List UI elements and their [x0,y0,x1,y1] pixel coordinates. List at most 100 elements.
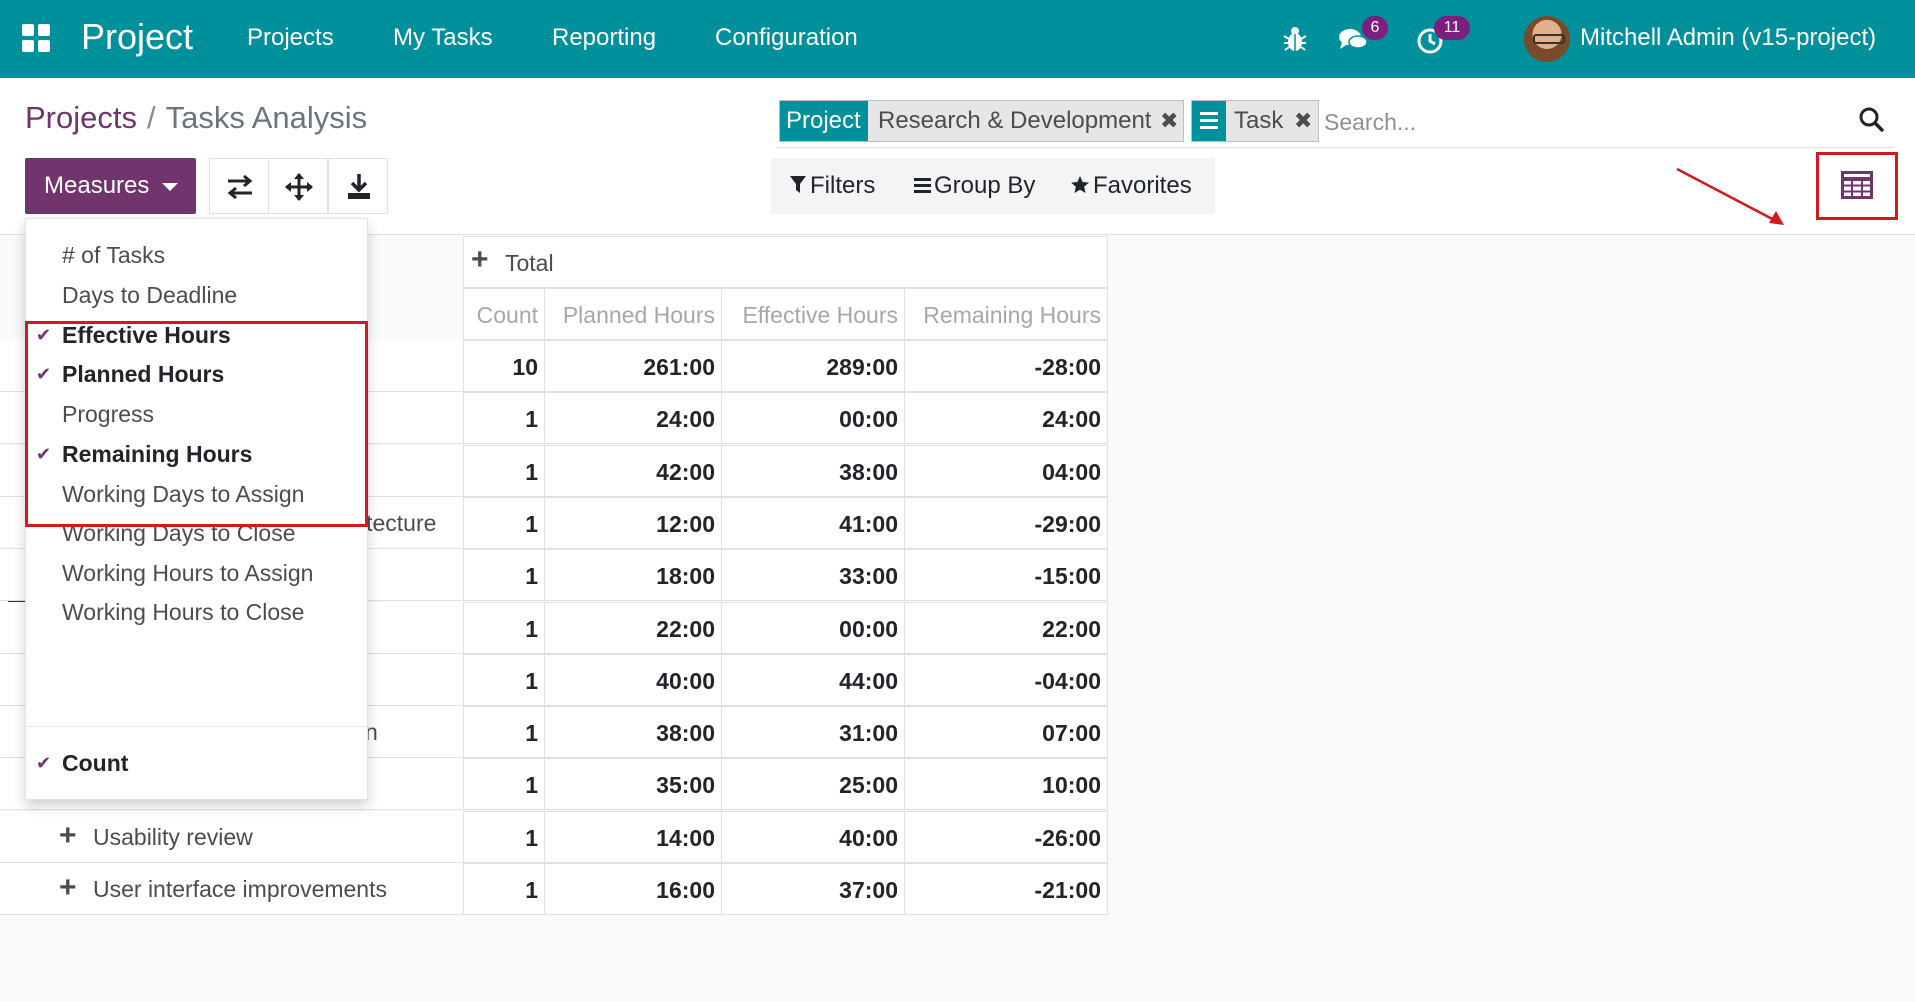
breadcrumb-separator: / [146,100,156,135]
pivot-cell[interactable]: 37:00 [721,863,905,915]
check-icon: ✔ [36,753,52,773]
pivot-cell[interactable]: 261:00 [544,340,722,392]
pivot-cell[interactable]: 1 [463,549,545,602]
pivot-cell[interactable]: 42:00 [544,444,722,497]
pivot-cell[interactable]: 14:00 [544,810,722,863]
pivot-view-button[interactable] [1816,152,1898,220]
pivot-cell[interactable]: -26:00 [904,810,1108,863]
pivot-cell[interactable]: 10:00 [904,758,1108,811]
facet-value: Task [1234,107,1284,134]
measure-header-remaining[interactable]: Remaining Hours [904,288,1108,340]
pivot-cell[interactable]: 40:00 [544,653,722,706]
pivot-cell[interactable]: 10 [463,340,545,392]
pivot-cell[interactable]: 33:00 [721,549,905,602]
plus-icon: + [59,818,77,852]
pivot-cell[interactable]: 1 [463,444,545,497]
apps-menu-icon[interactable] [22,24,52,54]
pivot-row-header[interactable]: + Usability review [0,810,463,863]
pivot-header-total-label: Total [505,250,554,276]
breadcrumb-current: Tasks Analysis [165,100,368,135]
pivot-cell[interactable]: 04:00 [904,444,1108,497]
plus-icon: + [471,243,489,276]
pivot-row-label: User interface improvements [93,876,387,902]
measure-item[interactable]: Working Hours to Assign [26,553,367,593]
pivot-cell[interactable]: 1 [463,706,545,759]
pivot-cell[interactable]: 22:00 [544,601,722,654]
pivot-cell[interactable]: 1 [463,653,545,706]
facet-type-label: Project [780,101,868,141]
menu-reporting[interactable]: Reporting [552,24,656,52]
pivot-cell[interactable]: -28:00 [904,340,1108,392]
debug-bug-icon[interactable] [1278,22,1312,56]
pivot-cell[interactable]: -29:00 [904,496,1108,549]
measure-item[interactable]: Working Hours to Close [26,592,367,632]
pivot-cell[interactable]: 38:00 [544,706,722,759]
move-arrows-icon [285,173,313,201]
pivot-cell[interactable]: 00:00 [721,392,905,445]
pivot-cell[interactable]: 1 [463,758,545,811]
pivot-cell[interactable]: 44:00 [721,653,905,706]
pivot-cell[interactable]: -21:00 [904,863,1108,915]
measure-item[interactable]: Days to Deadline [26,275,367,315]
favorites-label: Favorites [1093,172,1192,199]
breadcrumb-projects-link[interactable]: Projects [25,100,137,135]
measures-button[interactable]: Measures [25,158,196,214]
pivot-cell[interactable]: 25:00 [721,758,905,811]
measure-item[interactable]: # of Tasks [26,235,367,275]
pivot-cell[interactable]: 1 [463,392,545,445]
pivot-cell[interactable]: 41:00 [721,496,905,549]
menu-my-tasks[interactable]: My Tasks [393,24,493,52]
measure-header-effective[interactable]: Effective Hours [721,288,905,340]
user-avatar[interactable] [1524,16,1570,62]
list-icon [914,178,931,193]
pivot-cell[interactable]: 38:00 [721,444,905,497]
annotation-arrow-icon [1676,167,1784,225]
measure-item-label: # of Tasks [62,242,166,268]
activities-badge: 11 [1434,16,1470,40]
measure-item-label: Working Hours to Close [62,599,305,625]
user-menu-name[interactable]: Mitchell Admin (v15-project) [1580,24,1876,52]
flip-axis-button[interactable] [209,158,269,214]
menu-configuration[interactable]: Configuration [715,24,858,52]
pivot-cell[interactable]: 35:00 [544,758,722,811]
pivot-cell[interactable]: 1 [463,601,545,654]
expand-all-button[interactable] [268,158,328,214]
pivot-cell[interactable]: 22:00 [904,601,1108,654]
facet-project: Project Research & Development ✖ [779,100,1184,142]
menu-projects[interactable]: Projects [247,24,334,52]
pivot-row-header[interactable]: + User interface improvements [0,863,463,915]
pivot-cell[interactable]: 18:00 [544,549,722,602]
plus-icon: + [59,871,77,904]
app-brand[interactable]: Project [81,16,193,58]
filters-label: Filters [810,172,876,199]
pivot-cell[interactable]: -15:00 [904,549,1108,602]
search-icon[interactable] [1858,106,1886,139]
pivot-cell[interactable]: 1 [463,810,545,863]
pivot-cell[interactable]: 00:00 [721,601,905,654]
pivot-cell[interactable]: 24:00 [544,392,722,445]
caret-down-icon [162,183,178,191]
pivot-cell[interactable]: 1 [463,863,545,915]
pivot-cell[interactable]: 31:00 [721,706,905,759]
facet-remove-icon[interactable]: ✖ [1160,101,1178,141]
pivot-cell[interactable]: 12:00 [544,496,722,549]
pivot-cell[interactable]: 289:00 [721,340,905,392]
pivot-row-label: Usability review [93,823,253,850]
pivot-cell[interactable]: 40:00 [721,810,905,863]
filter-toolbar: Filters Group By Favorites [771,158,1215,214]
pivot-cell[interactable]: 1 [463,496,545,549]
pivot-cell[interactable]: -04:00 [904,653,1108,706]
pivot-cell[interactable]: 16:00 [544,863,722,915]
measure-item-count[interactable]: ✔ Count [26,743,367,783]
measure-item-label: Working Hours to Assign [62,560,314,586]
pivot-header-total[interactable]: + Total [463,236,1108,288]
search-input[interactable] [1322,104,1822,140]
download-button[interactable] [328,158,388,214]
measure-item-label: Count [62,750,129,776]
pivot-cell[interactable]: 07:00 [904,706,1108,759]
pivot-cell[interactable]: 24:00 [904,392,1108,445]
measure-header-planned[interactable]: Planned Hours [544,288,722,340]
facet-remove-icon[interactable]: ✖ [1294,101,1312,141]
measures-button-label: Measures [44,172,150,199]
measure-header-count[interactable]: Count [463,288,545,340]
